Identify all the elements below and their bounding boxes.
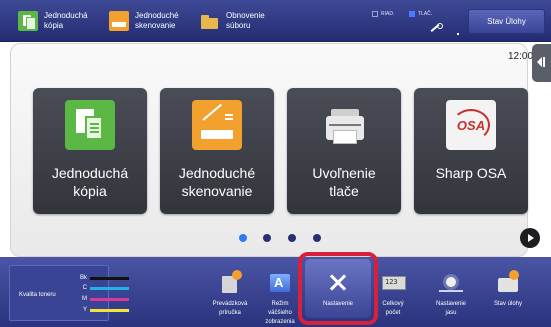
page-dot-4[interactable] xyxy=(313,234,321,242)
total-count-button[interactable]: Celkový počet xyxy=(368,266,418,324)
printer-icon xyxy=(319,100,369,150)
function-label: Nastavenie xyxy=(322,301,354,307)
tile-label: Jednoduché skenovanie xyxy=(178,165,256,199)
toner-bar-y xyxy=(90,308,129,312)
job-status-function-button[interactable]: Stav úlohy xyxy=(483,266,533,324)
data-led-icon xyxy=(372,11,378,17)
scan-icon xyxy=(109,11,129,31)
tile-label: Uvoľnenie tlače xyxy=(312,165,376,199)
osa-logo-text: OSA xyxy=(456,117,486,133)
shortcut-file-retrieve[interactable]: Obnovenie súboru xyxy=(200,0,265,42)
brightness-icon xyxy=(439,270,463,294)
page-dot-1[interactable] xyxy=(239,234,247,242)
toner-title: Kvalita toneru xyxy=(19,292,56,298)
maintenance-tool-icon xyxy=(428,23,443,33)
function-label: Nastavenie jasu xyxy=(435,301,467,316)
folder-icon xyxy=(200,11,220,31)
tile-simple-copy[interactable]: Jednoduchá kópia xyxy=(33,88,147,214)
toner-row-bk: Bk xyxy=(77,273,129,283)
toner-row-y: Y xyxy=(77,305,129,315)
shortcut-label: Jednoduchá kópia xyxy=(44,11,88,30)
job-status-icon xyxy=(496,270,520,294)
large-display-mode-button[interactable]: Režim väčšieho zobrazenia xyxy=(255,266,305,325)
shortcut-simple-scan[interactable]: Jednoduché skenovanie xyxy=(109,0,179,42)
toner-row-c: C xyxy=(77,283,129,293)
data-indicator: RIAD. xyxy=(372,9,394,19)
clock: 12:00 xyxy=(508,51,534,62)
page-dot-2[interactable] xyxy=(263,234,271,242)
toner-row-m: M xyxy=(77,294,129,304)
side-panel-toggle[interactable] xyxy=(532,44,551,82)
wrench-screwdriver-icon xyxy=(326,270,350,294)
tab-bar-icon xyxy=(543,57,545,67)
separator-dot xyxy=(457,33,459,35)
brightness-setting-button[interactable]: Nastavenie jasu xyxy=(426,266,476,324)
operation-guide-button[interactable]: Prevádzková príručka xyxy=(205,266,255,324)
guide-book-icon xyxy=(218,270,242,294)
shortcut-label: Obnovenie súboru xyxy=(226,11,265,30)
function-label: Režim väčšieho zobrazenia xyxy=(265,301,295,325)
print-indicator: TLAČ. xyxy=(409,9,432,19)
chevron-left-icon xyxy=(537,57,542,67)
job-status-button[interactable]: Stav Úlohy xyxy=(468,9,545,34)
tile-sharp-osa[interactable]: OSA Sharp OSA xyxy=(414,88,528,214)
settings-button[interactable]: Nastavenie xyxy=(313,266,363,324)
tile-label: Jednoduchá kópia xyxy=(51,165,129,199)
toner-bar-c xyxy=(90,286,129,290)
copy-icon xyxy=(65,100,115,150)
print-indicator-label: TLAČ. xyxy=(418,11,433,17)
shortcut-label: Jednoduché skenovanie xyxy=(135,11,179,30)
print-led-icon xyxy=(409,11,415,17)
tile-label: Sharp OSA xyxy=(435,165,507,181)
large-text-icon xyxy=(268,270,292,294)
function-label: Stav úlohy xyxy=(493,301,523,307)
function-label: Celkový počet xyxy=(382,301,404,316)
osa-logo-icon: OSA xyxy=(446,100,496,150)
tile-simple-scan[interactable]: Jednoduché skenovanie xyxy=(160,88,274,214)
toner-bar-m xyxy=(90,297,129,301)
tile-print-release[interactable]: Uvoľnenie tlače xyxy=(287,88,401,214)
scanner-icon xyxy=(192,100,242,150)
shortcut-simple-copy[interactable]: Jednoduchá kópia xyxy=(18,0,88,42)
data-indicator-label: RIAD. xyxy=(381,11,395,17)
page-dot-3[interactable] xyxy=(288,234,296,242)
counter-icon xyxy=(381,270,406,294)
toner-bar-bk xyxy=(90,276,129,280)
next-page-button[interactable] xyxy=(520,228,540,248)
copy-icon xyxy=(18,11,38,31)
